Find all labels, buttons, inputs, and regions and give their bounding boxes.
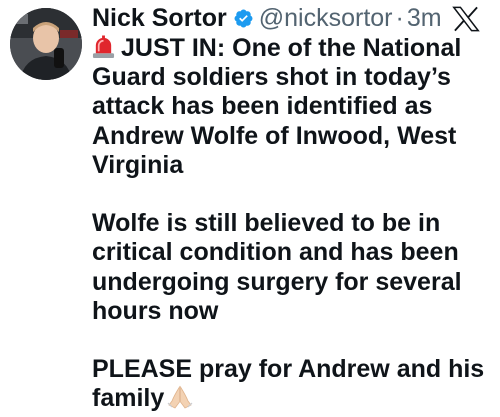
separator-dot: · <box>395 4 404 32</box>
police-light-emoji <box>92 35 115 59</box>
timestamp[interactable]: 3m <box>407 2 442 34</box>
avatar[interactable] <box>10 8 82 80</box>
author-name[interactable]: Nick Sortor <box>92 2 227 34</box>
tweet: Nick Sortor @nicksortor · 3m JUST IN: On… <box>0 0 500 417</box>
tweet-text: JUST IN: One of the National Guard soldi… <box>92 34 492 414</box>
verified-badge-icon <box>234 9 253 27</box>
tweet-header: Nick Sortor @nicksortor · 3m <box>92 2 442 34</box>
tweet-paragraph-2-text: Wolfe is still believed to be in critica… <box>92 209 462 325</box>
tweet-paragraph-1: JUST IN: One of the National Guard soldi… <box>92 34 492 180</box>
tweet-paragraph-1-text: JUST IN: One of the National Guard soldi… <box>92 34 462 179</box>
avatar-image <box>10 8 82 80</box>
tweet-paragraph-3-text: PLEASE pray for Andrew and his family <box>92 355 485 413</box>
tweet-paragraph-2: Wolfe is still believed to be in critica… <box>92 209 492 326</box>
x-logo-icon[interactable] <box>452 6 480 32</box>
author-handle[interactable]: @nicksortor <box>259 2 393 34</box>
tweet-paragraph-3: PLEASE pray for Andrew and his family <box>92 355 492 413</box>
folded-hands-emoji <box>167 386 193 409</box>
